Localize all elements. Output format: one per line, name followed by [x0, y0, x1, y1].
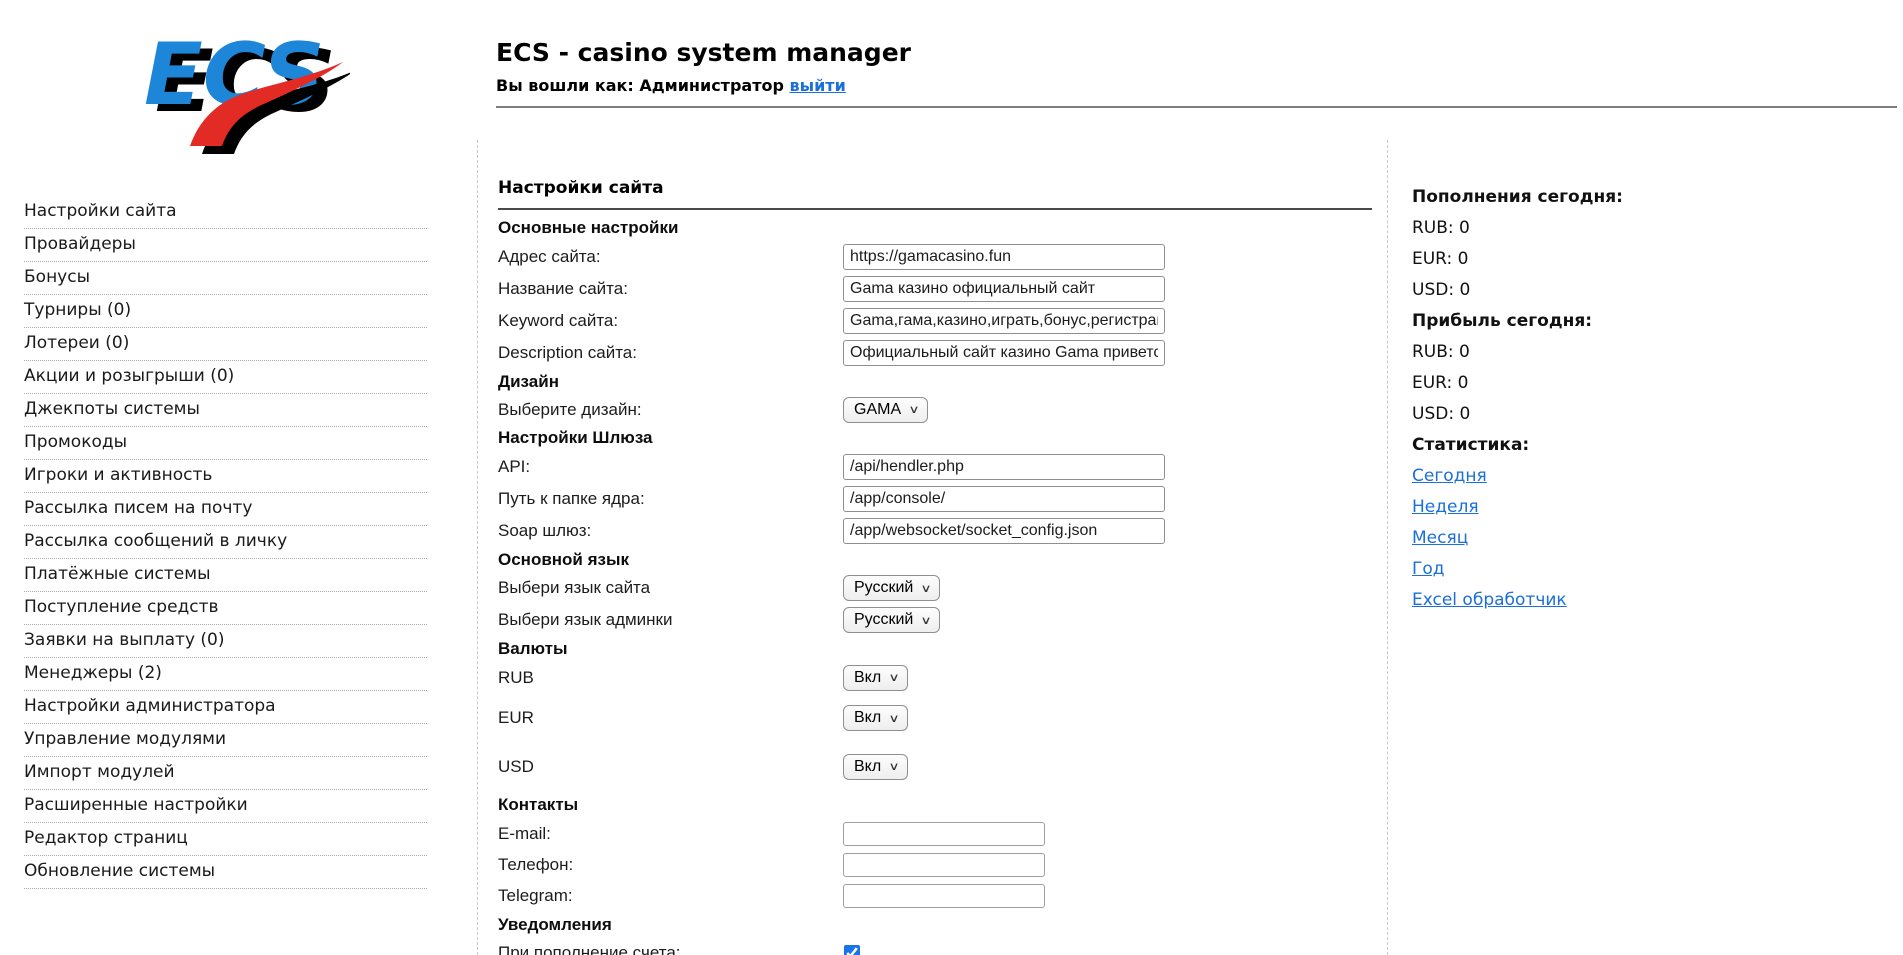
field-site-address: Адрес сайта: — [498, 242, 1369, 272]
field-keyword: Keyword сайта: — [498, 305, 1369, 337]
profit-today-title: Прибыль сегодня: — [1412, 306, 1842, 337]
statistics-title: Статистика: — [1412, 430, 1842, 461]
description-input[interactable] — [843, 340, 1165, 366]
field-soap: Soap шлюз: — [498, 515, 1369, 547]
chevron-down-icon: ∨ — [889, 671, 900, 684]
chevron-down-icon: ∨ — [921, 614, 932, 627]
stats-link-year[interactable]: Год — [1412, 559, 1445, 579]
soap-gateway-input[interactable] — [843, 518, 1165, 544]
section-contacts: Контакты — [498, 791, 1369, 818]
sidebar-item-email-mailing[interactable]: Рассылка писем на почту — [24, 493, 427, 526]
chevron-down-icon: ∨ — [889, 712, 900, 725]
profit-usd: USD: 0 — [1412, 399, 1842, 430]
site-language-select[interactable]: Русский ∨ — [843, 575, 940, 601]
design-select[interactable]: GAMA ∨ — [843, 397, 928, 423]
field-design: Выберите дизайн: GAMA ∨ — [498, 394, 1369, 425]
field-phone: Телефон: — [498, 849, 1369, 880]
stats-link-excel[interactable]: Excel обработчик — [1412, 590, 1567, 610]
site-address-input[interactable] — [843, 244, 1165, 270]
section-language: Основной язык — [498, 547, 1369, 572]
admin-language-select[interactable]: Русский ∨ — [843, 607, 940, 633]
section-gateway: Настройки Шлюза — [498, 425, 1369, 451]
sidebar-item-tournaments[interactable]: Турниры (0) — [24, 295, 427, 328]
sidebar-item-promotions[interactable]: Акции и розыгрыши (0) — [24, 361, 427, 394]
rub-toggle-select[interactable]: Вкл ∨ — [843, 665, 908, 691]
field-description: Description сайта: — [498, 337, 1369, 369]
sidebar-item-admin-settings[interactable]: Настройки администратора — [24, 691, 427, 724]
chevron-down-icon: ∨ — [889, 760, 900, 773]
sidebar-item-players[interactable]: Игроки и активность — [24, 460, 427, 493]
sidebar-item-jackpots[interactable]: Джекпоты системы — [24, 394, 427, 427]
panel-divider — [498, 208, 1372, 210]
app-title: ECS - casino system manager — [496, 38, 911, 67]
eur-toggle-select[interactable]: Вкл ∨ — [843, 705, 908, 731]
deposits-today-title: Пополнения сегодня: — [1412, 182, 1842, 213]
deposit-notify-checkbox[interactable] — [844, 945, 860, 955]
section-design: Дизайн — [498, 369, 1369, 394]
page-title: Настройки сайта — [498, 178, 1369, 198]
field-site-lang: Выбери язык сайта Русский ∨ — [498, 572, 1369, 604]
stats-link-week[interactable]: Неделя — [1412, 497, 1479, 517]
sidebar-item-promocodes[interactable]: Промокоды — [24, 427, 427, 460]
sidebar-item-pm-mailing[interactable]: Рассылка сообщений в личку — [24, 526, 427, 559]
sidebar-item-advanced-settings[interactable]: Расширенные настройки — [24, 790, 427, 823]
sidebar-nav: Настройки сайта Провайдеры Бонусы Турнир… — [24, 196, 427, 889]
sidebar-item-bonuses[interactable]: Бонусы — [24, 262, 427, 295]
site-settings-panel: Настройки сайта Основные настройки Адрес… — [477, 140, 1388, 955]
field-api: API: — [498, 451, 1369, 483]
stats-link-month[interactable]: Месяц — [1412, 528, 1468, 548]
chevron-down-icon: ∨ — [909, 403, 920, 416]
usd-toggle-select[interactable]: Вкл ∨ — [843, 754, 908, 780]
section-general: Основные настройки — [498, 214, 1369, 242]
sidebar-item-module-import[interactable]: Импорт модулей — [24, 757, 427, 790]
sidebar-item-managers[interactable]: Менеджеры (2) — [24, 658, 427, 691]
field-rub: RUB Вкл ∨ — [498, 661, 1369, 694]
sidebar-item-module-management[interactable]: Управление модулями — [24, 724, 427, 757]
sidebar-item-site-settings[interactable]: Настройки сайта — [24, 196, 427, 229]
field-telegram: Telegram: — [498, 880, 1369, 912]
deposits-usd: USD: 0 — [1412, 275, 1842, 306]
field-deposit-notify: При пополнение счета: — [498, 937, 1369, 955]
section-currencies: Валюты — [498, 636, 1369, 661]
field-usd: USD Вкл ∨ — [498, 742, 1369, 791]
keyword-input[interactable] — [843, 308, 1165, 334]
section-notifications: Уведомления — [498, 912, 1369, 937]
sidebar-item-system-update[interactable]: Обновление системы — [24, 856, 427, 889]
api-input[interactable] — [843, 454, 1165, 480]
sidebar-item-page-editor[interactable]: Редактор страниц — [24, 823, 427, 856]
profit-rub: RUB: 0 — [1412, 337, 1842, 368]
phone-input[interactable] — [843, 853, 1045, 877]
ecs-logo: ECS ECS — [138, 12, 350, 154]
sidebar-item-incoming-funds[interactable]: Поступление средств — [24, 592, 427, 625]
field-eur: EUR Вкл ∨ — [498, 694, 1369, 742]
field-admin-lang: Выбери язык админки Русский ∨ — [498, 604, 1369, 636]
telegram-input[interactable] — [843, 884, 1045, 908]
field-site-name: Название сайта: — [498, 272, 1369, 305]
deposits-eur: EUR: 0 — [1412, 244, 1842, 275]
sidebar-item-payment-systems[interactable]: Платёжные системы — [24, 559, 427, 592]
deposits-rub: RUB: 0 — [1412, 213, 1842, 244]
logout-link[interactable]: выйти — [790, 76, 846, 95]
sidebar-item-lotteries[interactable]: Лотереи (0) — [24, 328, 427, 361]
email-input[interactable] — [843, 822, 1045, 846]
sidebar-item-providers[interactable]: Провайдеры — [24, 229, 427, 262]
core-path-input[interactable] — [843, 486, 1165, 512]
sidebar-item-payout-requests[interactable]: Заявки на выплату (0) — [24, 625, 427, 658]
stats-panel: Пополнения сегодня: RUB: 0 EUR: 0 USD: 0… — [1412, 182, 1842, 616]
chevron-down-icon: ∨ — [921, 582, 932, 595]
field-email: E-mail: — [498, 818, 1369, 849]
field-core-path: Путь к папке ядра: — [498, 483, 1369, 515]
login-status-text: Вы вошли как: Администратор — [496, 76, 784, 95]
profit-eur: EUR: 0 — [1412, 368, 1842, 399]
stats-link-today[interactable]: Сегодня — [1412, 466, 1487, 486]
header-divider — [496, 106, 1897, 108]
login-status: Вы вошли как: Администратор выйти — [496, 76, 911, 95]
site-name-input[interactable] — [843, 276, 1165, 302]
